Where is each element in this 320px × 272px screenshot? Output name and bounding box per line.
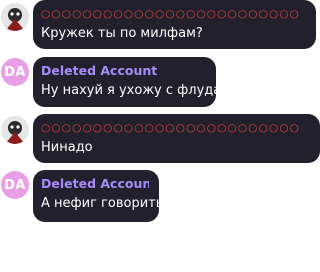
message-bubble[interactable]: ○○○○○○○○○○○○○○○○○○○○○○○○○ Кружек ты по м… [33, 0, 316, 49]
message-text: Кружек ты по милфам? [41, 26, 203, 41]
message-bubble[interactable]: Deleted Account А нефиг говорить да [33, 170, 185, 222]
message-bubble[interactable]: Deleted Account Ну нахуй я ухожу с флуда [33, 57, 222, 107]
avatar-initials: DA [4, 64, 26, 80]
sender-name[interactable]: ○○○○○○○○○○○○○○○○○○○○○○○○○ [41, 120, 310, 136]
sender-name[interactable]: ○○○○○○○○○○○○○○○○○○○○○○○○○ [41, 6, 306, 22]
user-avatar[interactable]: DA [1, 58, 29, 86]
user-avatar[interactable] [1, 116, 29, 144]
avatar-image-icon [1, 116, 29, 144]
avatar-initials: DA [4, 177, 26, 193]
message-text: Нинадо [41, 140, 93, 155]
message-text: Ну нахуй я ухожу с флуда [41, 83, 222, 98]
sender-name[interactable]: Deleted Account [41, 176, 149, 192]
user-avatar[interactable] [1, 3, 29, 31]
avatar-image-icon [1, 3, 29, 31]
message-bubble[interactable]: ○○○○○○○○○○○○○○○○○○○○○○○○○ Нинадо [33, 114, 320, 163]
user-avatar[interactable]: DA [1, 171, 29, 199]
message-text: А нефиг говорить да [41, 196, 185, 211]
sender-name[interactable]: Deleted Account [41, 63, 206, 79]
